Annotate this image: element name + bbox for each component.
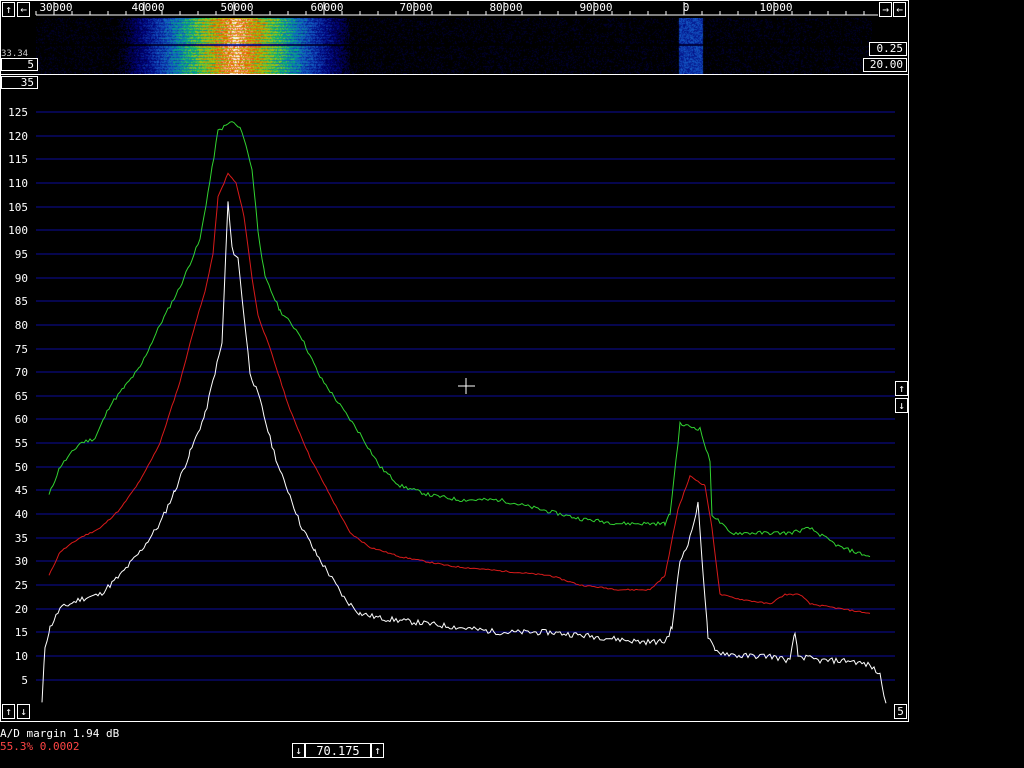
y-tick-label: 30 xyxy=(15,555,28,568)
ad-margin-text: A/D margin 1.94 dB xyxy=(0,727,120,740)
y-tick-label: 75 xyxy=(15,343,28,356)
y-tick-label: 105 xyxy=(8,201,28,214)
freq-up-button[interactable]: ↑ xyxy=(371,743,384,758)
frequency-field[interactable]: 70.175 xyxy=(305,743,371,758)
peak-hold-curve xyxy=(48,121,871,558)
y-tick-label: 25 xyxy=(15,579,28,592)
y-tick-label: 35 xyxy=(15,532,28,545)
spectrum-scroll-up-button[interactable]: ↑ xyxy=(895,381,908,396)
y-tick-label: 95 xyxy=(15,248,28,261)
level-down-button[interactable]: ↓ xyxy=(17,704,30,719)
y-tick-label: 85 xyxy=(15,295,28,308)
y-tick-label: 45 xyxy=(15,484,28,497)
y-tick-label: 10 xyxy=(15,650,28,663)
spectrum-plot: 1251201151101051009590858075706560555045… xyxy=(8,106,895,704)
y-tick-label: 90 xyxy=(15,272,28,285)
y-tick-label: 5 xyxy=(21,674,28,687)
crosshair-cursor xyxy=(458,378,475,394)
y-tick-label: 125 xyxy=(8,106,28,119)
y-tick-label: 55 xyxy=(15,437,28,450)
average-curve xyxy=(48,172,871,614)
y-tick-label: 20 xyxy=(15,603,28,616)
y-tick-label: 120 xyxy=(8,130,28,143)
y-tick-label: 50 xyxy=(15,461,28,474)
y-tick-label: 110 xyxy=(8,177,28,190)
y-tick-label: 15 xyxy=(15,626,28,639)
level-up-button[interactable]: ↑ xyxy=(2,704,15,719)
y-tick-label: 80 xyxy=(15,319,28,332)
y-tick-label: 100 xyxy=(8,224,28,237)
y-tick-label: 60 xyxy=(15,413,28,426)
spectrum-scroll-down-button[interactable]: ↓ xyxy=(895,398,908,413)
cpu-load-text: 55.3% 0.0002 xyxy=(0,740,80,753)
y-tick-label: 65 xyxy=(15,390,28,403)
spectrum-curve xyxy=(41,201,887,704)
freq-down-button[interactable]: ↓ xyxy=(292,743,305,758)
bottom-right-field[interactable]: 5 xyxy=(894,704,907,719)
y-tick-label: 115 xyxy=(8,153,28,166)
y-tick-label: 70 xyxy=(15,366,28,379)
y-tick-label: 40 xyxy=(15,508,28,521)
